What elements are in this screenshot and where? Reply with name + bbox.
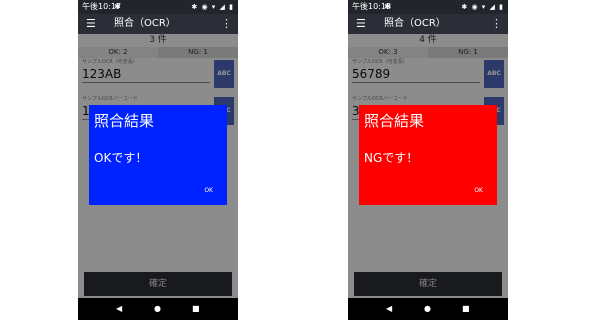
recent-apps-icon[interactable]: ■ [462, 298, 470, 320]
result-dialog-ng: 照合結果 NGです！ OK [359, 105, 497, 205]
status-bar: 午後10:17 ✱ ✱ ◉ ▾ ◢ ▮ [78, 0, 238, 14]
status-icons: ✱ ◉ ▾ ◢ ▮ [461, 3, 504, 11]
more-vert-icon[interactable]: ⋮ [221, 17, 232, 31]
app-title: 照合（OCR） [384, 18, 446, 29]
back-icon[interactable]: ◀ [116, 298, 122, 320]
dialog-ok-button[interactable]: OK [204, 186, 213, 196]
more-vert-icon[interactable]: ⋮ [491, 17, 502, 31]
gear-icon: ✱ [384, 2, 391, 11]
phone-screen-ng: 午後10:18 ✱ ✱ ◉ ▾ ◢ ▮ ☰ 照合（OCR） ⋮ 4 件 OK: … [348, 0, 508, 320]
dialog-message: NGです！ [364, 151, 419, 165]
home-icon[interactable]: ● [424, 298, 431, 320]
hamburger-menu-icon[interactable]: ☰ [356, 17, 366, 31]
gear-icon: ✱ [114, 2, 121, 11]
result-dialog-ok: 照合結果 OKです！ OK [89, 105, 227, 205]
home-icon[interactable]: ● [154, 298, 161, 320]
status-icons: ✱ ◉ ▾ ◢ ▮ [191, 3, 234, 11]
phone-screen-ok: 午後10:17 ✱ ✱ ◉ ▾ ◢ ▮ ☰ 照合（OCR） ⋮ 3 件 OK: … [78, 0, 238, 320]
app-bar: ☰ 照合（OCR） ⋮ [348, 14, 508, 34]
app-bar: ☰ 照合（OCR） ⋮ [78, 14, 238, 34]
recent-apps-icon[interactable]: ■ [192, 298, 200, 320]
back-icon[interactable]: ◀ [386, 298, 392, 320]
app-title: 照合（OCR） [114, 18, 176, 29]
system-nav-bar: ◀ ● ■ [348, 298, 508, 320]
system-nav-bar: ◀ ● ■ [78, 298, 238, 320]
dialog-ok-button[interactable]: OK [474, 186, 483, 196]
dialog-title: 照合結果 [94, 112, 155, 130]
dialog-title: 照合結果 [364, 112, 425, 130]
dialog-message: OKです！ [94, 151, 148, 165]
hamburger-menu-icon[interactable]: ☰ [86, 17, 96, 31]
status-bar: 午後10:18 ✱ ✱ ◉ ▾ ◢ ▮ [348, 0, 508, 14]
